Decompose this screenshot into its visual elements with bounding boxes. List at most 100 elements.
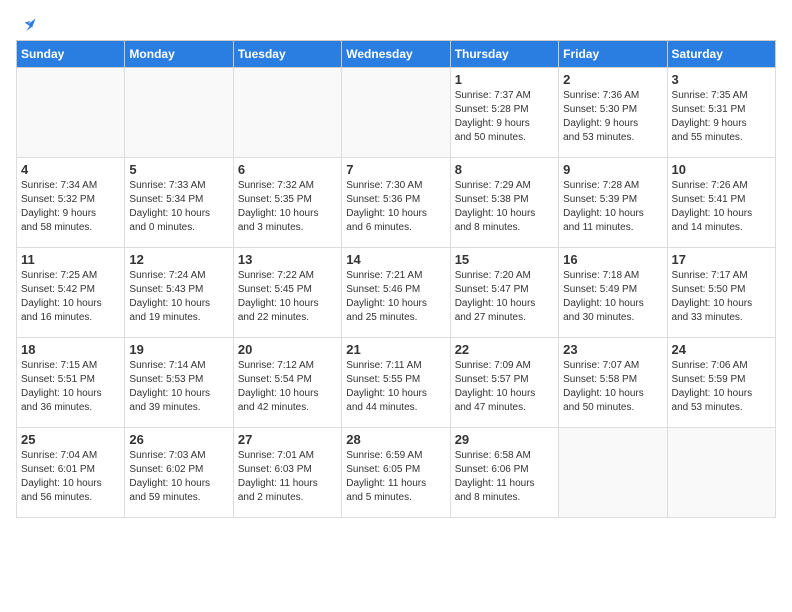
day-info: Sunrise: 7:21 AM Sunset: 5:46 PM Dayligh… [346, 269, 445, 325]
calendar-day-cell: 23 Sunrise: 7:07 AM Sunset: 5:58 PM Dayli… [559, 338, 667, 428]
day-number: 1 [455, 72, 554, 87]
calendar-day-cell: 24 Sunrise: 7:06 AM Sunset: 5:59 PM Dayli… [667, 338, 775, 428]
day-of-week-header: Tuesday [233, 41, 341, 68]
day-number: 17 [672, 252, 771, 267]
day-info: Sunrise: 7:24 AM Sunset: 5:43 PM Dayligh… [129, 269, 228, 325]
day-number: 29 [455, 432, 554, 447]
day-info: Sunrise: 7:04 AM Sunset: 6:01 PM Dayligh… [21, 449, 120, 505]
day-info: Sunrise: 7:37 AM Sunset: 5:28 PM Dayligh… [455, 89, 554, 145]
calendar-day-cell: 8Sunrise: 7:29 AM Sunset: 5:38 PM Daylig… [450, 158, 558, 248]
calendar-day-cell [17, 68, 125, 158]
day-number: 20 [238, 342, 337, 357]
calendar-week-row: 11 Sunrise: 7:25 AM Sunset: 5:42 PM Dayli… [17, 248, 776, 338]
calendar-day-cell: 25 Sunrise: 7:04 AM Sunset: 6:01 PM Dayli… [17, 428, 125, 518]
calendar-day-cell: 21Sunrise: 7:11 AM Sunset: 5:55 PM Dayli… [342, 338, 450, 428]
day-number: 28 [346, 432, 445, 447]
day-number: 27 [238, 432, 337, 447]
calendar-day-cell [667, 428, 775, 518]
logo-bird-icon [18, 16, 38, 36]
day-of-week-header: Monday [125, 41, 233, 68]
day-number: 5 [129, 162, 228, 177]
day-of-week-header: Friday [559, 41, 667, 68]
calendar-day-cell [125, 68, 233, 158]
calendar-day-cell: 1 Sunrise: 7:37 AM Sunset: 5:28 PM Daylig… [450, 68, 558, 158]
calendar-day-cell [559, 428, 667, 518]
day-number: 26 [129, 432, 228, 447]
day-of-week-header: Saturday [667, 41, 775, 68]
calendar-day-cell: 9 Sunrise: 7:28 AM Sunset: 5:39 PM Daylig… [559, 158, 667, 248]
day-info: Sunrise: 7:33 AM Sunset: 5:34 PM Dayligh… [129, 179, 228, 235]
calendar-day-cell: 3 Sunrise: 7:35 AM Sunset: 5:31 PM Daylig… [667, 68, 775, 158]
calendar-day-cell: 28 Sunrise: 6:59 AM Sunset: 6:05 PM Dayli… [342, 428, 450, 518]
day-number: 6 [238, 162, 337, 177]
calendar-day-cell: 13Sunrise: 7:22 AM Sunset: 5:45 PM Dayli… [233, 248, 341, 338]
day-info: Sunrise: 7:32 AM Sunset: 5:35 PM Dayligh… [238, 179, 337, 235]
calendar-day-cell: 10 Sunrise: 7:26 AM Sunset: 5:41 PM Dayli… [667, 158, 775, 248]
calendar-day-cell: 27 Sunrise: 7:01 AM Sunset: 6:03 PM Dayli… [233, 428, 341, 518]
calendar-day-cell: 19 Sunrise: 7:14 AM Sunset: 5:53 PM Dayli… [125, 338, 233, 428]
day-info: Sunrise: 7:29 AM Sunset: 5:38 PM Dayligh… [455, 179, 554, 235]
calendar-day-cell: 12 Sunrise: 7:24 AM Sunset: 5:43 PM Dayli… [125, 248, 233, 338]
calendar-day-cell: 22 Sunrise: 7:09 AM Sunset: 5:57 PM Dayli… [450, 338, 558, 428]
calendar-day-cell: 20 Sunrise: 7:12 AM Sunset: 5:54 PM Dayli… [233, 338, 341, 428]
day-number: 15 [455, 252, 554, 267]
day-number: 11 [21, 252, 120, 267]
day-info: Sunrise: 7:36 AM Sunset: 5:30 PM Dayligh… [563, 89, 662, 145]
calendar-table: SundayMondayTuesdayWednesdayThursdayFrid… [16, 40, 776, 518]
day-number: 25 [21, 432, 120, 447]
day-number: 12 [129, 252, 228, 267]
calendar-week-row: 18 Sunrise: 7:15 AM Sunset: 5:51 PM Dayli… [17, 338, 776, 428]
day-of-week-header: Thursday [450, 41, 558, 68]
day-info: Sunrise: 7:03 AM Sunset: 6:02 PM Dayligh… [129, 449, 228, 505]
day-of-week-header: Sunday [17, 41, 125, 68]
day-number: 9 [563, 162, 662, 177]
calendar-day-cell: 5 Sunrise: 7:33 AM Sunset: 5:34 PM Daylig… [125, 158, 233, 248]
day-number: 18 [21, 342, 120, 357]
day-info: Sunrise: 7:01 AM Sunset: 6:03 PM Dayligh… [238, 449, 337, 505]
day-number: 19 [129, 342, 228, 357]
day-info: Sunrise: 7:28 AM Sunset: 5:39 PM Dayligh… [563, 179, 662, 235]
calendar-week-row: 1 Sunrise: 7:37 AM Sunset: 5:28 PM Daylig… [17, 68, 776, 158]
calendar-day-cell: 18 Sunrise: 7:15 AM Sunset: 5:51 PM Dayli… [17, 338, 125, 428]
day-info: Sunrise: 7:30 AM Sunset: 5:36 PM Dayligh… [346, 179, 445, 235]
calendar-day-cell: 6 Sunrise: 7:32 AM Sunset: 5:35 PM Daylig… [233, 158, 341, 248]
day-number: 10 [672, 162, 771, 177]
day-info: Sunrise: 7:18 AM Sunset: 5:49 PM Dayligh… [563, 269, 662, 325]
calendar-day-cell: 11 Sunrise: 7:25 AM Sunset: 5:42 PM Dayli… [17, 248, 125, 338]
day-number: 7 [346, 162, 445, 177]
day-info: Sunrise: 7:07 AM Sunset: 5:58 PM Dayligh… [563, 359, 662, 415]
day-info: Sunrise: 7:26 AM Sunset: 5:41 PM Dayligh… [672, 179, 771, 235]
calendar-day-cell: 7 Sunrise: 7:30 AM Sunset: 5:36 PM Daylig… [342, 158, 450, 248]
day-info: Sunrise: 7:35 AM Sunset: 5:31 PM Dayligh… [672, 89, 771, 145]
day-number: 4 [21, 162, 120, 177]
day-info: Sunrise: 7:14 AM Sunset: 5:53 PM Dayligh… [129, 359, 228, 415]
day-number: 24 [672, 342, 771, 357]
day-info: Sunrise: 6:58 AM Sunset: 6:06 PM Dayligh… [455, 449, 554, 505]
day-info: Sunrise: 6:59 AM Sunset: 6:05 PM Dayligh… [346, 449, 445, 505]
day-of-week-header: Wednesday [342, 41, 450, 68]
calendar-header-row: SundayMondayTuesdayWednesdayThursdayFrid… [17, 41, 776, 68]
calendar-week-row: 4Sunrise: 7:34 AM Sunset: 5:32 PM Daylig… [17, 158, 776, 248]
day-number: 3 [672, 72, 771, 87]
calendar-day-cell: 15Sunrise: 7:20 AM Sunset: 5:47 PM Dayli… [450, 248, 558, 338]
day-number: 2 [563, 72, 662, 87]
day-info: Sunrise: 7:09 AM Sunset: 5:57 PM Dayligh… [455, 359, 554, 415]
calendar-week-row: 25 Sunrise: 7:04 AM Sunset: 6:01 PM Dayli… [17, 428, 776, 518]
day-number: 14 [346, 252, 445, 267]
day-info: Sunrise: 7:22 AM Sunset: 5:45 PM Dayligh… [238, 269, 337, 325]
day-info: Sunrise: 7:11 AM Sunset: 5:55 PM Dayligh… [346, 359, 445, 415]
calendar-day-cell: 4Sunrise: 7:34 AM Sunset: 5:32 PM Daylig… [17, 158, 125, 248]
day-info: Sunrise: 7:12 AM Sunset: 5:54 PM Dayligh… [238, 359, 337, 415]
day-info: Sunrise: 7:15 AM Sunset: 5:51 PM Dayligh… [21, 359, 120, 415]
logo [16, 16, 38, 36]
calendar-day-cell [342, 68, 450, 158]
day-number: 23 [563, 342, 662, 357]
day-info: Sunrise: 7:17 AM Sunset: 5:50 PM Dayligh… [672, 269, 771, 325]
day-info: Sunrise: 7:25 AM Sunset: 5:42 PM Dayligh… [21, 269, 120, 325]
calendar-day-cell: 14 Sunrise: 7:21 AM Sunset: 5:46 PM Dayli… [342, 248, 450, 338]
calendar-day-cell [233, 68, 341, 158]
calendar-day-cell: 2 Sunrise: 7:36 AM Sunset: 5:30 PM Daylig… [559, 68, 667, 158]
day-info: Sunrise: 7:06 AM Sunset: 5:59 PM Dayligh… [672, 359, 771, 415]
calendar-day-cell: 16Sunrise: 7:18 AM Sunset: 5:49 PM Dayli… [559, 248, 667, 338]
day-number: 22 [455, 342, 554, 357]
